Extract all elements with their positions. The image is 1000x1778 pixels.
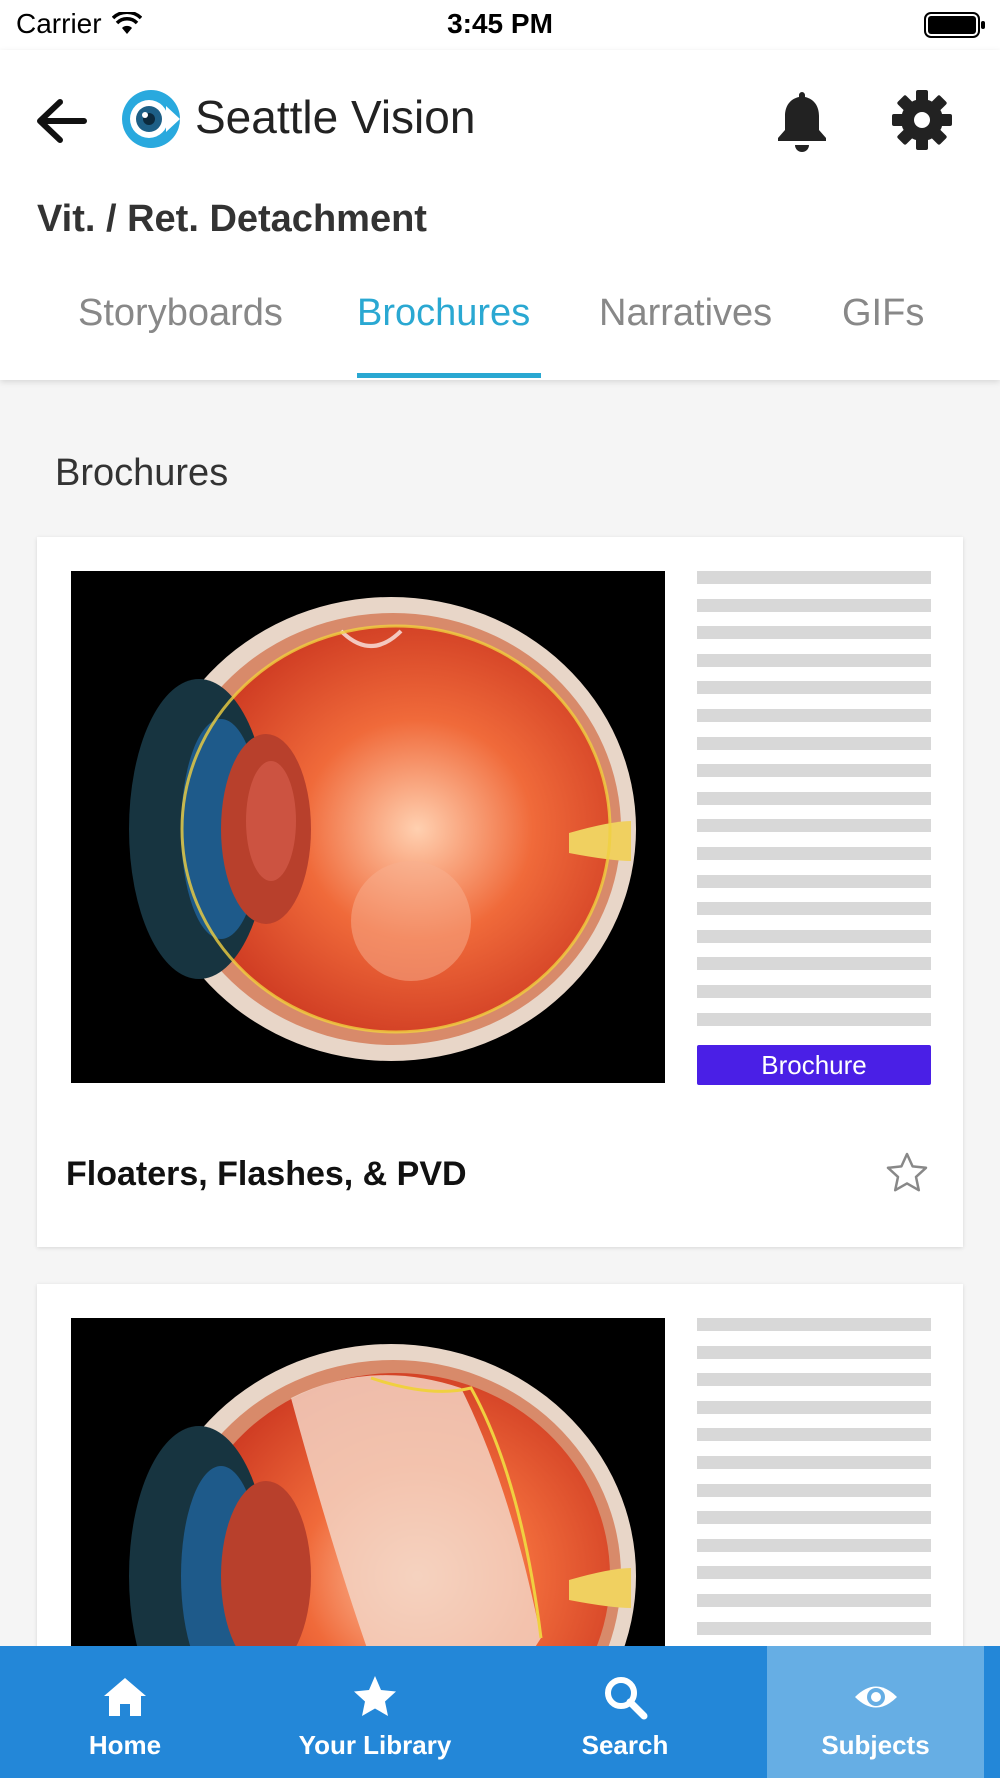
eye-illustration-image — [71, 571, 665, 1083]
subject-title: Vit. / Ret. Detachment — [37, 198, 427, 240]
text-placeholder-lines — [697, 571, 931, 1040]
tab-brochures[interactable]: Brochures — [357, 282, 530, 380]
gear-icon[interactable] — [890, 88, 954, 152]
eye-icon — [854, 1686, 897, 1708]
app-header: Seattle Vision Vit. / Ret. Detachment St… — [0, 50, 1000, 380]
card-title: Floaters, Flashes, & PVD — [66, 1155, 467, 1193]
search-icon — [605, 1677, 648, 1720]
star-outline-icon[interactable] — [885, 1151, 929, 1195]
app-title: Seattle Vision — [195, 91, 476, 143]
nav-search-label: Search — [581, 1730, 669, 1760]
battery-icon — [924, 12, 985, 38]
card-preview: Brochure — [37, 537, 963, 1117]
nav-home-label: Home — [88, 1730, 162, 1760]
tab-storyboards[interactable]: Storyboards — [78, 282, 283, 380]
nav-subjects-label: Subjects — [821, 1730, 930, 1760]
nav-subjects[interactable]: Subjects — [767, 1646, 984, 1778]
active-tab-indicator — [357, 373, 541, 378]
section-title: Brochures — [55, 452, 229, 494]
home-icon — [104, 1678, 146, 1716]
tab-bar: Storyboards Brochures Narratives GIFs — [0, 282, 1000, 380]
bottom-tab-bar: Home Your Library Search Subjects — [0, 1646, 1000, 1778]
nav-your-library[interactable]: Your Library — [250, 1646, 500, 1778]
text-placeholder-lines — [697, 1318, 931, 1649]
nav-your-library-label: Your Library — [298, 1730, 452, 1760]
brochure-badge: Brochure — [697, 1045, 931, 1085]
status-time: 3:45 PM — [447, 8, 553, 39]
seattle-vision-logo-icon — [122, 90, 180, 148]
back-arrow-icon[interactable] — [30, 90, 92, 152]
nav-home[interactable]: Home — [0, 1646, 250, 1778]
star-icon — [354, 1676, 396, 1716]
tab-gifs[interactable]: GIFs — [842, 282, 924, 380]
brochure-card[interactable]: Brochure Floaters, Flashes, & PVD — [37, 537, 963, 1247]
status-bar: Carrier 3:45 PM — [0, 0, 1000, 50]
bell-icon[interactable] — [772, 88, 832, 154]
tab-narratives[interactable]: Narratives — [599, 282, 772, 380]
nav-search[interactable]: Search — [500, 1646, 750, 1778]
